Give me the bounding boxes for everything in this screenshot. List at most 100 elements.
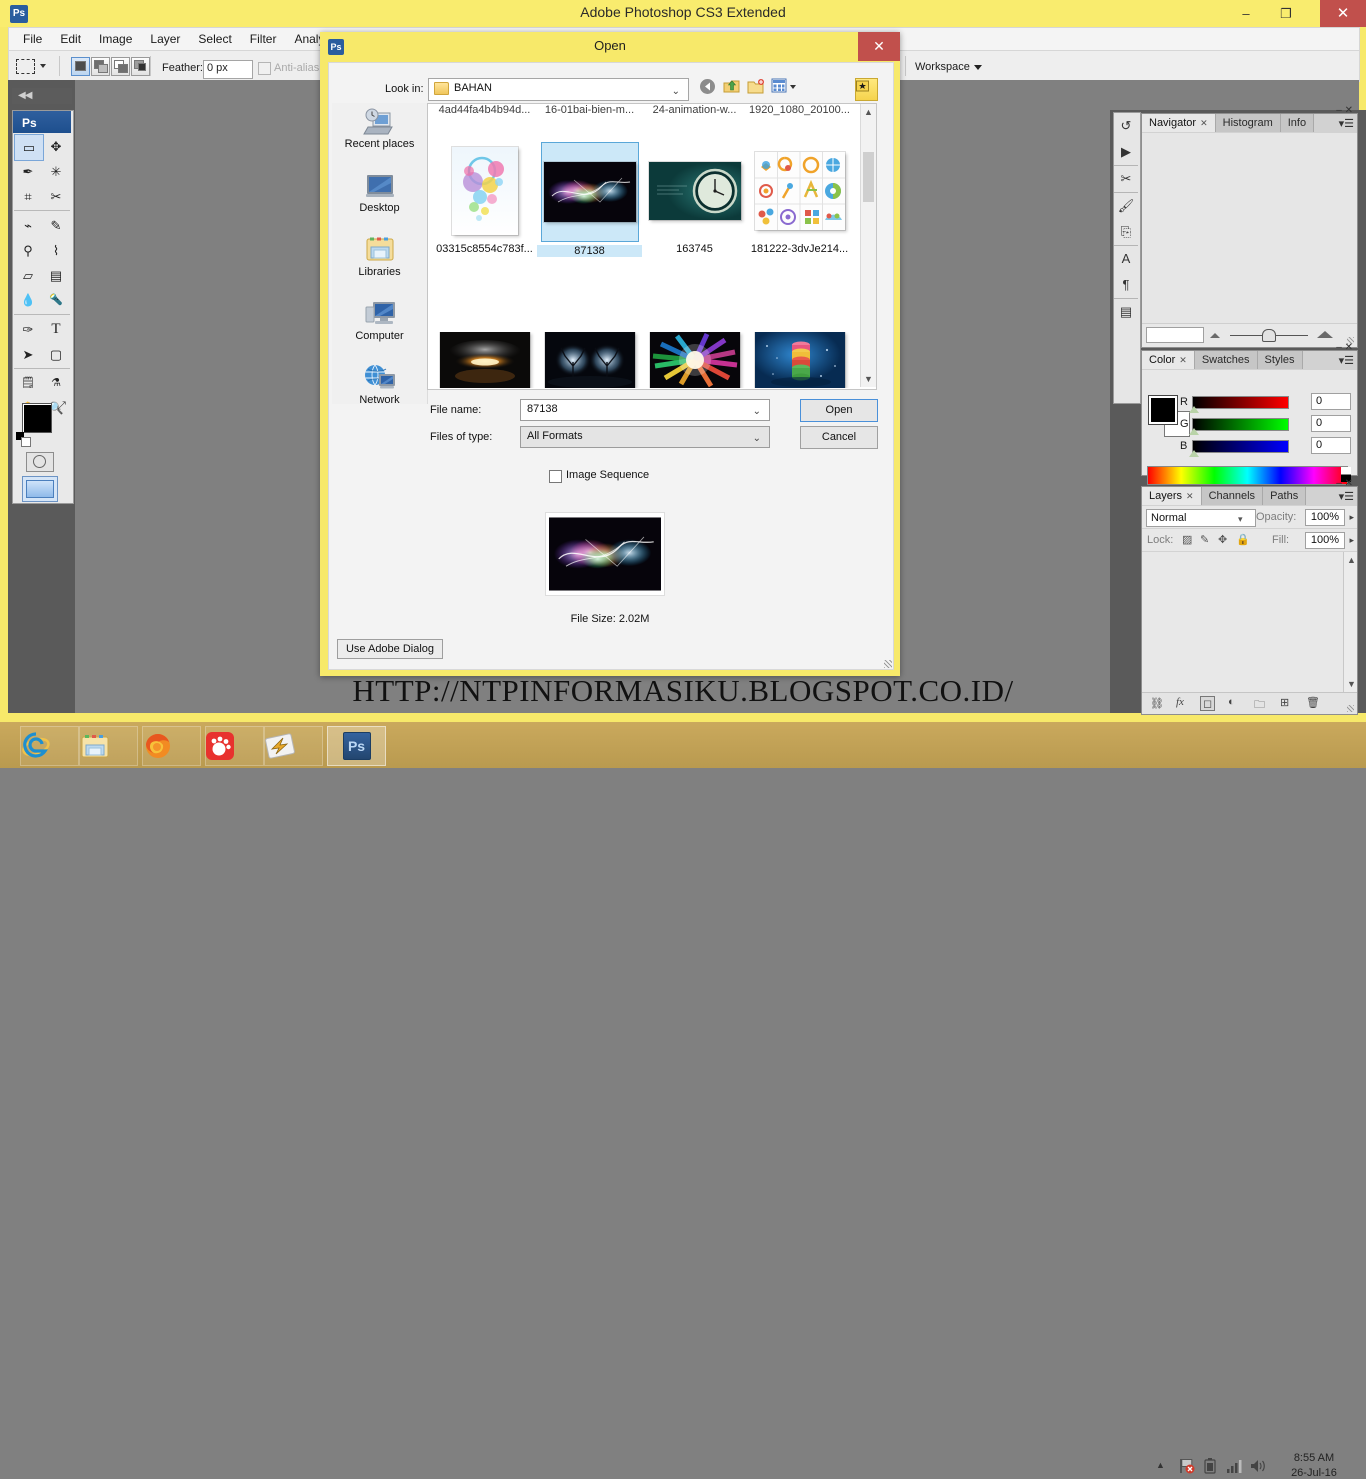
subtract-from-selection-button[interactable] — [111, 57, 130, 76]
chevron-down-icon[interactable] — [790, 85, 796, 89]
red-slider-knob[interactable] — [1189, 406, 1199, 413]
scroll-up-icon[interactable]: ▲ — [1344, 552, 1359, 568]
brush-tool[interactable]: ✎ — [42, 213, 70, 238]
menu-item-layer[interactable]: Layer — [141, 30, 189, 48]
fill-stepper-icon[interactable]: ▸ — [1349, 535, 1354, 546]
current-tool-preset-picker[interactable] — [16, 58, 50, 74]
lock-all-icon[interactable]: 🔒 — [1236, 533, 1250, 546]
blue-slider-knob[interactable] — [1189, 450, 1199, 457]
workspace-button[interactable]: Workspace — [915, 61, 982, 73]
close-button[interactable]: ✕ — [1320, 0, 1366, 27]
pen-tool[interactable]: ✑ — [14, 317, 42, 342]
menu-item-select[interactable]: Select — [189, 30, 240, 48]
opacity-stepper-icon[interactable]: ▸ — [1349, 512, 1354, 523]
paragraph-panel-icon[interactable]: ¶ — [1114, 272, 1138, 298]
lock-image-pixels-icon[interactable]: ✎ — [1200, 533, 1209, 546]
menu-item-image[interactable]: Image — [90, 30, 141, 48]
zoom-in-icon[interactable] — [1317, 331, 1333, 338]
lock-position-icon[interactable]: ✥ — [1218, 533, 1227, 546]
add-to-selection-button[interactable] — [91, 57, 110, 76]
close-icon[interactable]: ✕ — [1200, 118, 1208, 128]
clock-date[interactable]: 26-Jul-16 — [1274, 1467, 1354, 1479]
slice-tool[interactable]: ✂ — [42, 184, 70, 209]
tab-styles[interactable]: Styles — [1257, 351, 1303, 369]
internet-explorer-taskbar-icon[interactable] — [20, 726, 79, 766]
gom-player-taskbar-icon[interactable] — [205, 726, 264, 766]
place-recent-places[interactable]: Recent places — [332, 107, 427, 167]
feather-input[interactable]: 0 px — [203, 60, 253, 79]
file-item[interactable]: 03315c8554c783f... — [432, 138, 537, 268]
green-slider-bar[interactable] — [1192, 418, 1289, 431]
place-network[interactable]: Network — [332, 363, 427, 423]
maximize-button[interactable]: ❐ — [1266, 0, 1306, 27]
dodge-tool[interactable]: 🔦 — [42, 288, 70, 313]
history-brush-tool[interactable]: ⌇ — [42, 238, 70, 263]
minimize-button[interactable]: – — [1226, 0, 1266, 27]
path-selection-tool[interactable]: ➤ — [14, 342, 42, 367]
panel-menu-icon[interactable]: ▾☰ — [1339, 354, 1354, 367]
clone-stamp-tool[interactable]: ⚲ — [14, 238, 42, 263]
chevron-down-icon[interactable]: ⌄ — [753, 433, 761, 444]
move-tool[interactable]: ✥ — [42, 134, 70, 159]
color-spectrum-ramp[interactable] — [1147, 466, 1348, 485]
file-item[interactable]: 87138 — [537, 138, 642, 268]
up-one-level-button[interactable] — [723, 78, 745, 99]
notes-tool[interactable]: 🗒 — [14, 371, 42, 396]
character-panel-icon[interactable]: A — [1114, 246, 1138, 272]
new-selection-button[interactable] — [71, 57, 90, 76]
tab-navigator[interactable]: Navigator ✕ — [1142, 114, 1216, 132]
tab-swatches[interactable]: Swatches — [1194, 351, 1258, 369]
swap-colors-icon[interactable]: ⤢ — [57, 400, 66, 413]
file-item[interactable] — [642, 332, 747, 388]
place-desktop[interactable]: Desktop — [332, 171, 427, 231]
blue-slider-bar[interactable] — [1192, 440, 1289, 453]
actions-panel-icon[interactable]: ▶ — [1114, 139, 1138, 165]
photoshop-taskbar-icon[interactable]: Ps — [327, 726, 386, 766]
close-icon[interactable]: ✕ — [1179, 355, 1187, 365]
new-folder-button[interactable] — [747, 78, 769, 99]
file-item[interactable]: 163745 — [642, 138, 747, 268]
winamp-taskbar-icon[interactable] — [264, 726, 323, 766]
menu-item-filter[interactable]: Filter — [241, 30, 286, 48]
files-of-type-select[interactable]: All Formats ⌄ — [520, 426, 770, 448]
adobe-extras-button[interactable] — [855, 78, 878, 101]
type-tool[interactable]: T — [42, 317, 70, 342]
tab-channels[interactable]: Channels — [1201, 487, 1264, 505]
eyedropper-tool[interactable]: ⚗ — [42, 371, 70, 396]
close-icon[interactable]: ✕ — [1186, 491, 1194, 501]
tab-layers[interactable]: Layers ✕ — [1142, 487, 1202, 505]
file-explorer-taskbar-icon[interactable] — [79, 726, 138, 766]
green-value[interactable]: 0 — [1311, 415, 1351, 432]
back-button[interactable] — [699, 78, 721, 99]
layer-comps-panel-icon[interactable]: ▤ — [1114, 299, 1138, 325]
clone-source-panel-icon[interactable]: ⎘ — [1114, 219, 1138, 245]
chevron-down-icon[interactable]: ⌄ — [753, 406, 761, 417]
rectangular-marquee-tool[interactable]: ▭ — [14, 134, 44, 161]
volume-icon[interactable] — [1250, 1458, 1266, 1474]
red-value[interactable]: 0 — [1311, 393, 1351, 410]
dialog-close-button[interactable]: ✕ — [858, 32, 900, 61]
battery-icon[interactable] — [1204, 1458, 1216, 1474]
dialog-resize-grip[interactable] — [884, 660, 892, 668]
menu-item-edit[interactable]: Edit — [51, 30, 90, 48]
clock-time[interactable]: 8:55 AM — [1274, 1452, 1354, 1464]
file-item[interactable] — [747, 332, 852, 388]
file-item[interactable] — [432, 332, 537, 388]
opacity-value[interactable]: 100% — [1305, 509, 1345, 526]
magic-wand-tool[interactable]: ✳ — [42, 159, 70, 184]
open-button[interactable]: Open — [800, 399, 878, 422]
tab-histogram[interactable]: Histogram — [1215, 114, 1281, 132]
use-adobe-dialog-button[interactable]: Use Adobe Dialog — [337, 639, 443, 659]
crop-tool[interactable]: ⌗ — [14, 184, 42, 209]
rectangle-shape-tool[interactable]: ▢ — [42, 342, 70, 367]
file-name-input[interactable]: 87138 ⌄ — [520, 399, 770, 421]
signal-icon[interactable] — [1226, 1458, 1242, 1474]
panel-menu-icon[interactable]: ▾☰ — [1339, 490, 1354, 503]
show-hidden-icons-icon[interactable]: ▲ — [1156, 1460, 1165, 1470]
fill-value[interactable]: 100% — [1305, 532, 1345, 549]
healing-brush-tool[interactable]: ⌁ — [14, 213, 42, 238]
layers-scrollbar[interactable]: ▲ ▼ — [1343, 552, 1357, 692]
gradient-tool[interactable]: ▤ — [42, 263, 70, 288]
zoom-out-icon[interactable] — [1210, 333, 1220, 338]
lock-transparent-pixels-icon[interactable]: ▨ — [1182, 533, 1192, 546]
